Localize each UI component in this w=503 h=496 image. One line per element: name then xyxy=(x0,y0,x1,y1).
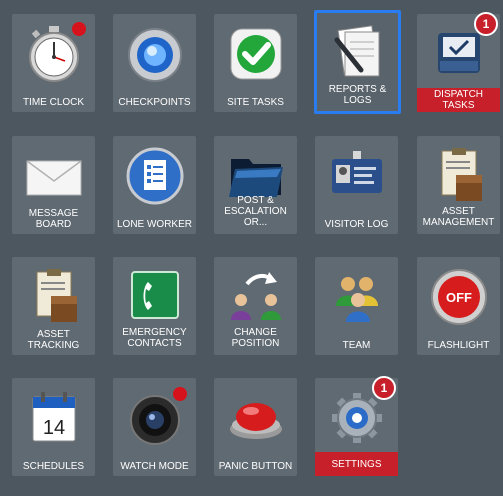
tile-label: SETTINGS xyxy=(315,452,398,476)
swap-users-icon xyxy=(230,272,281,320)
tile-panic-button[interactable]: PANIC BUTTON xyxy=(214,378,297,476)
notification-badge: 1 xyxy=(474,12,498,36)
tile-message-board[interactable]: MESSAGE BOARD xyxy=(12,136,95,234)
tile-site-tasks[interactable]: SITE TASKS xyxy=(214,14,297,112)
tile-label: FLASHLIGHT xyxy=(427,340,490,351)
tile-time-clock[interactable]: TIME CLOCK xyxy=(12,14,95,112)
tile-change-position[interactable]: CHANGE POSITION xyxy=(214,257,297,355)
tile-label: LONE WORKER xyxy=(116,219,192,230)
tile-label: TEAM xyxy=(342,340,371,351)
id-badge-icon xyxy=(331,151,382,193)
calendar-icon: 14 xyxy=(32,392,75,442)
checkpoint-orb-icon xyxy=(127,28,182,82)
tile-label: CHANGE POSITION xyxy=(231,327,280,349)
checklist-orb-icon xyxy=(126,147,183,205)
tile-label: ASSET MANAGEMENT xyxy=(422,206,495,228)
tile-asset-management[interactable]: ASSET MANAGEMENT xyxy=(417,136,500,234)
tile-label: VISITOR LOG xyxy=(324,219,389,230)
tile-dispatch-tasks[interactable]: 1 DISPATCH TASKS xyxy=(417,12,500,112)
tile-checkpoints[interactable]: CHECKPOINTS xyxy=(113,14,196,112)
tile-emergency-contacts[interactable]: EMERGENCY CONTACTS xyxy=(113,257,196,355)
tile-flashlight[interactable]: OFF FLASHLIGHT xyxy=(417,257,500,355)
tile-schedules[interactable]: 14 SCHEDULES xyxy=(12,378,95,476)
tile-label: ASSET TRACKING xyxy=(27,329,80,351)
tile-label: MESSAGE BOARD xyxy=(28,208,79,230)
app-grid: TIME CLOCK CHECKPOINTS SITE TASKS REPORT… xyxy=(0,0,503,496)
checkmark-icon xyxy=(230,28,281,80)
tile-label: SCHEDULES xyxy=(22,461,85,472)
tile-reports-logs[interactable]: REPORTS & LOGS xyxy=(314,10,401,114)
notification-badge: 1 xyxy=(372,376,396,400)
tile-label: DISPATCH TASKS xyxy=(417,88,500,112)
flashlight-off-text: OFF xyxy=(446,290,472,305)
tile-visitor-log[interactable]: VISITOR LOG xyxy=(315,136,398,234)
calendar-day: 14 xyxy=(42,417,64,439)
tile-label: POST & ESCALATION OR... xyxy=(224,195,287,228)
tile-label: WATCH MODE xyxy=(120,461,189,472)
tile-asset-tracking[interactable]: ASSET TRACKING xyxy=(12,257,95,355)
off-button-icon: OFF xyxy=(430,269,487,325)
tile-label: PANIC BUTTON xyxy=(218,461,293,472)
red-button-icon xyxy=(229,403,282,439)
tile-lone-worker[interactable]: LONE WORKER xyxy=(113,136,196,234)
tile-post-escalation[interactable]: POST & ESCALATION OR... xyxy=(214,136,297,234)
clipboard-box-icon xyxy=(36,269,77,322)
team-icon xyxy=(335,277,378,322)
tile-label: TIME CLOCK xyxy=(22,97,85,108)
recording-dot xyxy=(173,387,187,401)
tile-team[interactable]: TEAM xyxy=(315,257,398,355)
clipboard-box-icon xyxy=(441,148,482,201)
tile-watch-mode[interactable]: WATCH MODE xyxy=(113,378,196,476)
envelope-icon xyxy=(26,160,81,196)
reports-pen-icon xyxy=(334,25,379,77)
phone-icon xyxy=(130,271,179,319)
tile-label: EMERGENCY CONTACTS xyxy=(122,327,187,349)
alert-dot xyxy=(72,22,86,36)
tile-label: REPORTS & LOGS xyxy=(328,84,387,106)
tile-settings[interactable]: 1 SETTINGS xyxy=(315,376,398,476)
tile-label: SITE TASKS xyxy=(227,97,284,108)
tile-label: CHECKPOINTS xyxy=(118,97,191,108)
